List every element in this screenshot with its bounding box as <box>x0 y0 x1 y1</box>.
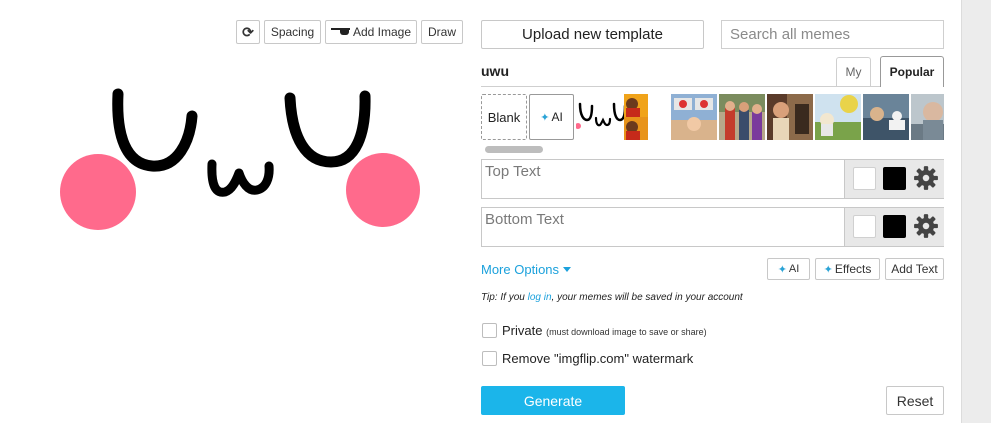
right-blush <box>346 153 420 227</box>
effects-label: Effects <box>834 262 872 276</box>
login-link[interactable]: log in <box>528 292 552 303</box>
glasses-icon <box>330 28 350 36</box>
bottom-text-row <box>481 207 944 247</box>
template-ai-label: AI <box>551 110 563 124</box>
page: ⟳ Spacing Add Image Draw Upload new temp… <box>0 0 962 423</box>
bottom-text-tools <box>844 208 944 246</box>
template-blank[interactable]: Blank <box>481 94 527 140</box>
remove-watermark-checkbox[interactable] <box>482 351 497 366</box>
top-text-outline-color[interactable] <box>853 167 876 190</box>
private-label-text: Private <box>502 323 543 338</box>
upload-template-button[interactable]: Upload new template <box>481 20 704 49</box>
tab-my[interactable]: My <box>836 57 871 86</box>
top-text-input[interactable] <box>482 160 843 198</box>
rotate-button[interactable]: ⟳ <box>236 20 260 44</box>
tip-prefix: Tip: If you <box>481 292 528 303</box>
tabs-divider <box>481 86 944 87</box>
rotate-icon: ⟳ <box>242 24 254 40</box>
template-strip-scrollbar[interactable] <box>485 146 543 153</box>
top-text-row <box>481 159 944 199</box>
sparkle-icon: ✦ <box>777 263 787 276</box>
login-tip: Tip: If you log in, your memes will be s… <box>481 292 743 303</box>
template-thumb-uwu[interactable] <box>576 94 626 140</box>
template-ai-button[interactable]: ✦ AI <box>529 94 574 140</box>
remove-watermark-label[interactable]: Remove "imgflip.com" watermark <box>502 351 693 366</box>
draw-button[interactable]: Draw <box>421 20 463 44</box>
top-text-fill-color[interactable] <box>883 167 906 190</box>
sparkle-icon: ✦ <box>823 263 833 276</box>
meme-preview-image[interactable] <box>56 86 426 236</box>
caret-down-icon <box>563 267 572 272</box>
add-image-label: Add Image <box>352 25 412 39</box>
gear-icon[interactable] <box>913 165 939 191</box>
template-thumb-sad-man[interactable] <box>911 94 944 140</box>
left-u <box>112 88 198 172</box>
template-thumb-two-buttons[interactable] <box>671 94 717 140</box>
tab-popular[interactable]: Popular <box>880 56 944 87</box>
more-options-link[interactable]: More Options <box>481 262 572 277</box>
top-text-tools <box>844 160 944 198</box>
more-options-label: More Options <box>481 262 560 277</box>
template-thumb-disaster-girl[interactable] <box>767 94 813 140</box>
template-strip[interactable]: Blank ✦ AI <box>481 94 944 140</box>
bottom-text-outline-color[interactable] <box>853 215 876 238</box>
meme-title: uwu <box>481 63 509 79</box>
template-thumb-woman-yelling-cat[interactable] <box>863 94 909 140</box>
ai-text-label: AI <box>788 263 800 275</box>
template-thumb-distracted[interactable] <box>719 94 765 140</box>
bottom-text-fill-color[interactable] <box>883 215 906 238</box>
template-thumb-stonks[interactable] <box>815 94 861 140</box>
private-checkbox[interactable] <box>482 323 497 338</box>
gear-icon[interactable] <box>913 213 939 239</box>
generate-button[interactable]: Generate <box>481 386 625 415</box>
mouth-w <box>207 159 274 197</box>
tip-suffix: , your memes will be saved in your accou… <box>551 292 743 303</box>
template-thumb-drake[interactable] <box>624 94 648 140</box>
add-text-button[interactable]: Add Text <box>885 258 944 280</box>
left-blush <box>60 154 136 230</box>
private-label[interactable]: Private (must download image to save or … <box>502 323 707 338</box>
sparkle-icon: ✦ <box>540 111 550 124</box>
effects-button[interactable]: ✦ Effects <box>815 258 880 280</box>
search-memes-input[interactable] <box>721 20 944 49</box>
right-u <box>284 90 371 168</box>
add-image-button[interactable]: Add Image <box>325 20 417 44</box>
private-note: (must download image to save or share) <box>546 327 707 337</box>
spacing-button[interactable]: Spacing <box>264 20 321 44</box>
reset-button[interactable]: Reset <box>886 386 944 415</box>
ai-text-button[interactable]: ✦ AI <box>767 258 810 280</box>
bottom-text-input[interactable] <box>482 208 843 246</box>
